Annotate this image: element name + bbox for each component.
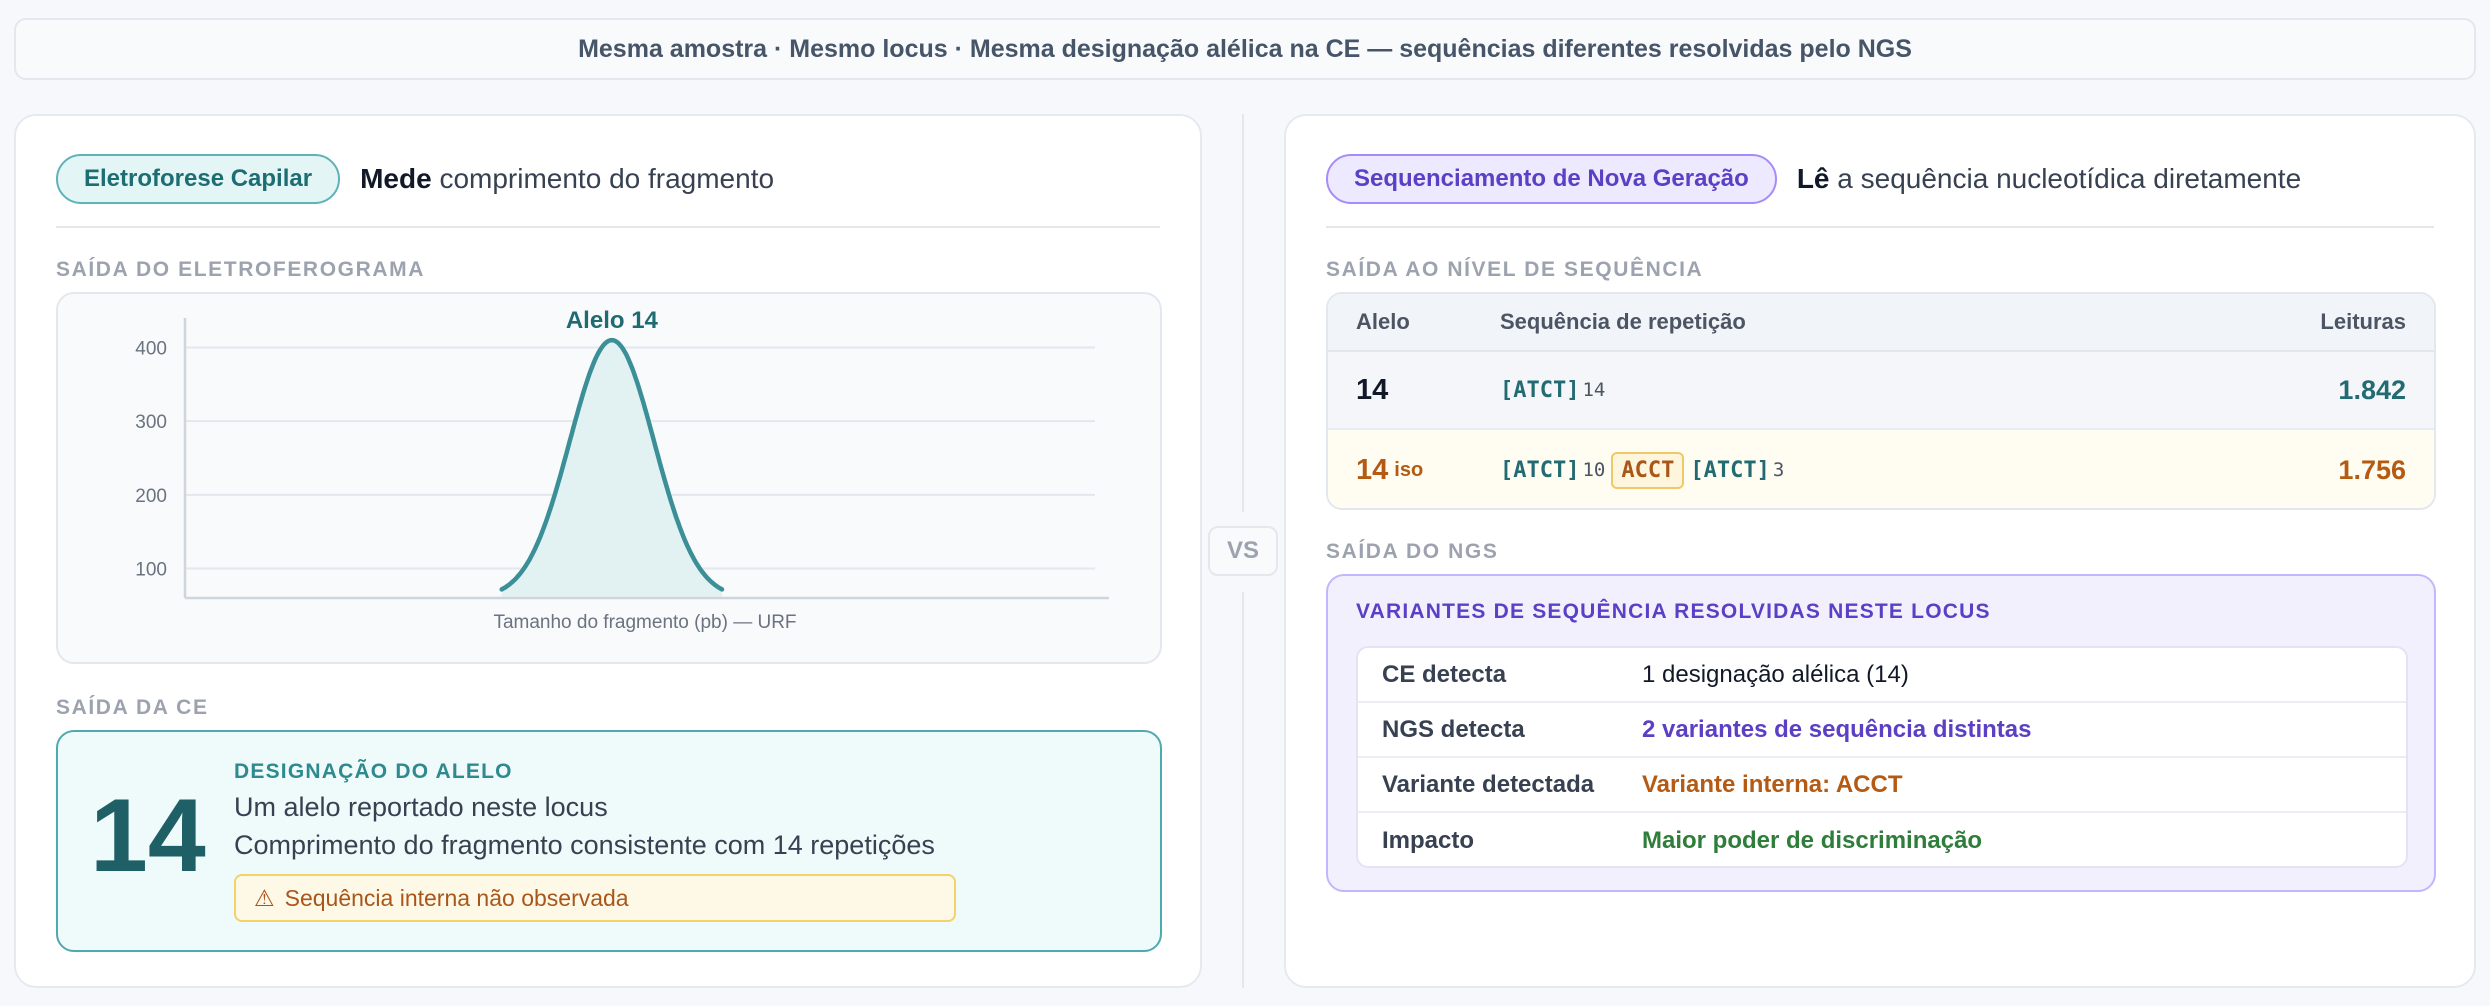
header-reads: Leituras — [2320, 309, 2406, 334]
y-tick-label: 100 — [135, 560, 167, 581]
ngs-desc-bold: Lê — [1796, 163, 1830, 194]
electropherogram-svg: 100 300 200 400 Alelo 14 Tamanho do fragmen… — [135, 307, 1109, 633]
list-item: Variante detectada Variante interna: ACC… — [1358, 758, 2406, 813]
list-item: CE detecta 1 designação alélica (14) — [1358, 648, 2406, 703]
variants-title: VARIANTES DE SEQUÊNCIA RESOLVIDAS NESTE … — [1356, 600, 1991, 623]
variant-key: Impacto — [1382, 826, 1475, 854]
y-tick-label: 200 — [135, 486, 167, 507]
peak-area — [501, 340, 722, 598]
allele-designation-title: DESIGNAÇÃO DO ALELO — [234, 760, 513, 783]
ce-desc-bold: Mede — [360, 163, 432, 194]
variant-value: 2 variantes de sequência distintas — [1642, 715, 2032, 743]
ngs-panel-header: Sequenciamento de Nova Geração Lê a sequ… — [1326, 154, 2301, 204]
ce-panel: Eletroforese Capilar Mede comprimento do… — [14, 114, 1202, 988]
variant-value: 1 designação alélica (14) — [1642, 660, 1909, 688]
electropherogram-chart: 100 300 200 400 Alelo 14 Tamanho do fragmen… — [56, 292, 1162, 664]
ce-method-pill: Eletroforese Capilar — [56, 154, 341, 204]
table-row: 14 [ATCT] 14 1.842 — [1328, 352, 2434, 430]
row2-motif-1: [ATCT] — [1500, 457, 1580, 483]
warning-icon: ⚠ — [254, 884, 275, 911]
ce-method-description: Mede comprimento do fragmento — [360, 163, 774, 195]
variant-value: Variante interna: ACCT — [1642, 770, 1903, 798]
row2-iso: iso — [1394, 458, 1424, 481]
row1-allele: 14 — [1356, 373, 1389, 406]
row2-count-1: 10 — [1582, 459, 1606, 481]
warning-banner: ⚠ Sequência interna não observada — [234, 874, 956, 922]
ngs-panel: Sequenciamento de Nova Geração Lê a sequ… — [1284, 114, 2476, 988]
chart-x-label: Tamanho do fragmento (pb) — URF — [493, 612, 796, 633]
variant-key: NGS detecta — [1382, 715, 1525, 743]
header-sequence: Sequência de repetição — [1500, 309, 1746, 334]
allele-designation-card: 14 DESIGNAÇÃO DO ALELO Um alelo reportad… — [56, 730, 1162, 952]
row1-reads: 1.842 — [2338, 374, 2406, 405]
row2-allele: 14 — [1356, 453, 1389, 486]
row2-count-3: 3 — [1772, 459, 1785, 481]
row2-sequence: [ATCT] 10 ACCT [ATCT] 3 — [1500, 430, 1790, 508]
vs-line-top — [1242, 114, 1244, 512]
variant-key: CE detecta — [1382, 660, 1507, 688]
ce-divider — [56, 226, 1160, 228]
ce-desc-rest: comprimento do fragmento — [431, 163, 775, 194]
row1-sequence: [ATCT] 14 — [1500, 352, 1611, 428]
row2-motif-3: [ATCT] — [1690, 457, 1770, 483]
peak-label: Alelo 14 — [566, 307, 659, 334]
ngs-desc-rest: a sequência nucleotídica diretamente — [1829, 163, 2302, 194]
ngs-output-section-label: SAÍDA DO NGS — [1326, 540, 1499, 563]
row1-count: 14 — [1582, 379, 1606, 401]
vs-badge: VS — [1208, 526, 1278, 576]
electropherogram-section-label: SAÍDA DO ELETROFEROGRAMA — [56, 258, 425, 281]
allele-number: 14 — [90, 778, 206, 894]
row2-reads: 1.756 — [2338, 454, 2406, 485]
variants-card: VARIANTES DE SEQUÊNCIA RESOLVIDAS NESTE … — [1326, 574, 2436, 892]
allele-line-2: Comprimento do fragmento consistente com… — [234, 830, 935, 860]
chart-y-ticks: 100 300 200 400 — [135, 338, 167, 580]
row2-variant-motif: ACCT — [1611, 451, 1685, 489]
sequence-section-label: SAÍDA AO NÍVEL DE SEQUÊNCIA — [1326, 258, 1704, 281]
row1-motif: [ATCT] — [1500, 377, 1580, 403]
sequence-table: Alelo Sequência de repetição Leituras 14… — [1326, 292, 2436, 510]
variant-value: Maior poder de discriminação — [1642, 826, 1983, 854]
header-banner: Mesma amostra · Mesmo locus · Mesma desi… — [14, 18, 2476, 80]
ngs-method-pill: Sequenciamento de Nova Geração — [1326, 154, 1777, 204]
y-tick-label: 400 — [135, 338, 167, 359]
ngs-divider — [1326, 226, 2434, 228]
table-row: 14 iso [ATCT] 10 ACCT [ATCT] 3 1.756 — [1328, 430, 2434, 508]
header-allele: Alelo — [1356, 309, 1410, 334]
vs-line-bottom — [1242, 592, 1244, 988]
ngs-method-description: Lê a sequência nucleotídica diretamente — [1797, 163, 2301, 195]
allele-line-1: Um alelo reportado neste locus — [234, 792, 608, 822]
y-tick-label: 300 — [135, 412, 167, 433]
list-item: NGS detecta 2 variantes de sequência dis… — [1358, 703, 2406, 758]
variant-key: Variante detectada — [1382, 770, 1595, 798]
sequence-table-header: Alelo Sequência de repetição Leituras — [1328, 294, 2434, 352]
variants-table: CE detecta 1 designação alélica (14) NGS… — [1356, 646, 2408, 868]
warning-text: Sequência interna não observada — [284, 884, 629, 911]
ce-panel-header: Eletroforese Capilar Mede comprimento do… — [56, 154, 774, 204]
list-item: Impacto Maior poder de discriminação — [1358, 813, 2406, 866]
ce-output-section-label: SAÍDA DA CE — [56, 696, 209, 719]
